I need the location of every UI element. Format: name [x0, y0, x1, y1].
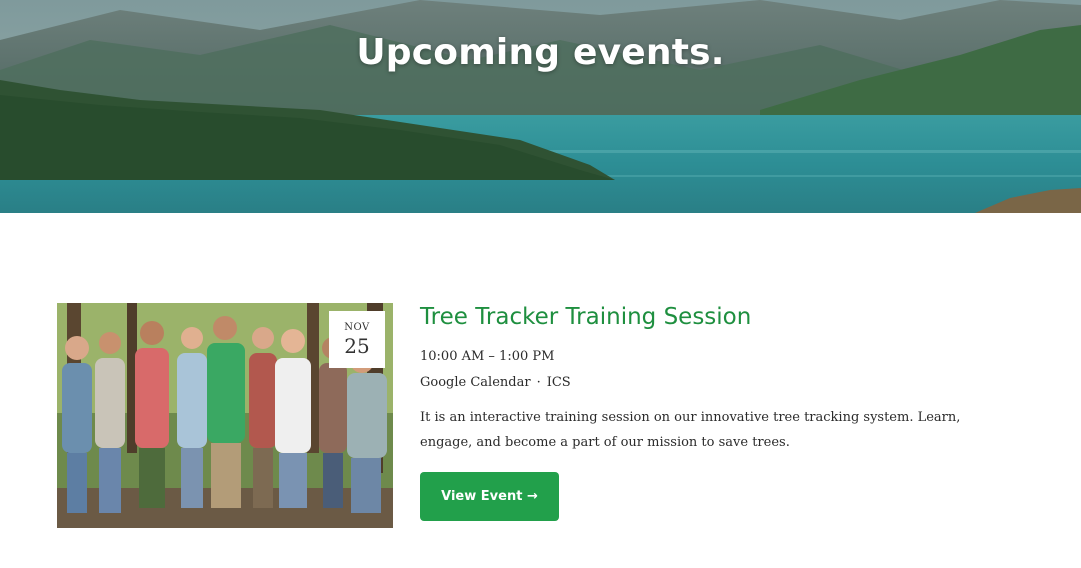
event-details: Tree Tracker Training Session 10:00 AM –…	[420, 303, 1020, 455]
date-badge: NOV 25	[329, 311, 385, 368]
google-calendar-link[interactable]: Google Calendar	[420, 375, 531, 390]
event-card: NOV 25 Tree Tracker Training Session 10:…	[57, 303, 1017, 528]
calendar-links: Google Calendar · ICS	[420, 374, 1020, 392]
ics-link[interactable]: ICS	[547, 375, 571, 390]
link-separator: ·	[536, 375, 541, 390]
view-event-button[interactable]: View Event →	[420, 472, 559, 521]
event-time: 10:00 AM – 1:00 PM	[420, 349, 555, 364]
page-title: Upcoming events.	[356, 32, 725, 73]
event-description: It is an interactive training session on…	[420, 410, 961, 450]
date-month: NOV	[344, 322, 370, 333]
date-day: 25	[344, 334, 370, 358]
event-image[interactable]: NOV 25	[57, 303, 393, 528]
event-title-link[interactable]: Tree Tracker Training Session	[420, 303, 1020, 331]
hero-banner: Upcoming events.	[0, 0, 1081, 213]
